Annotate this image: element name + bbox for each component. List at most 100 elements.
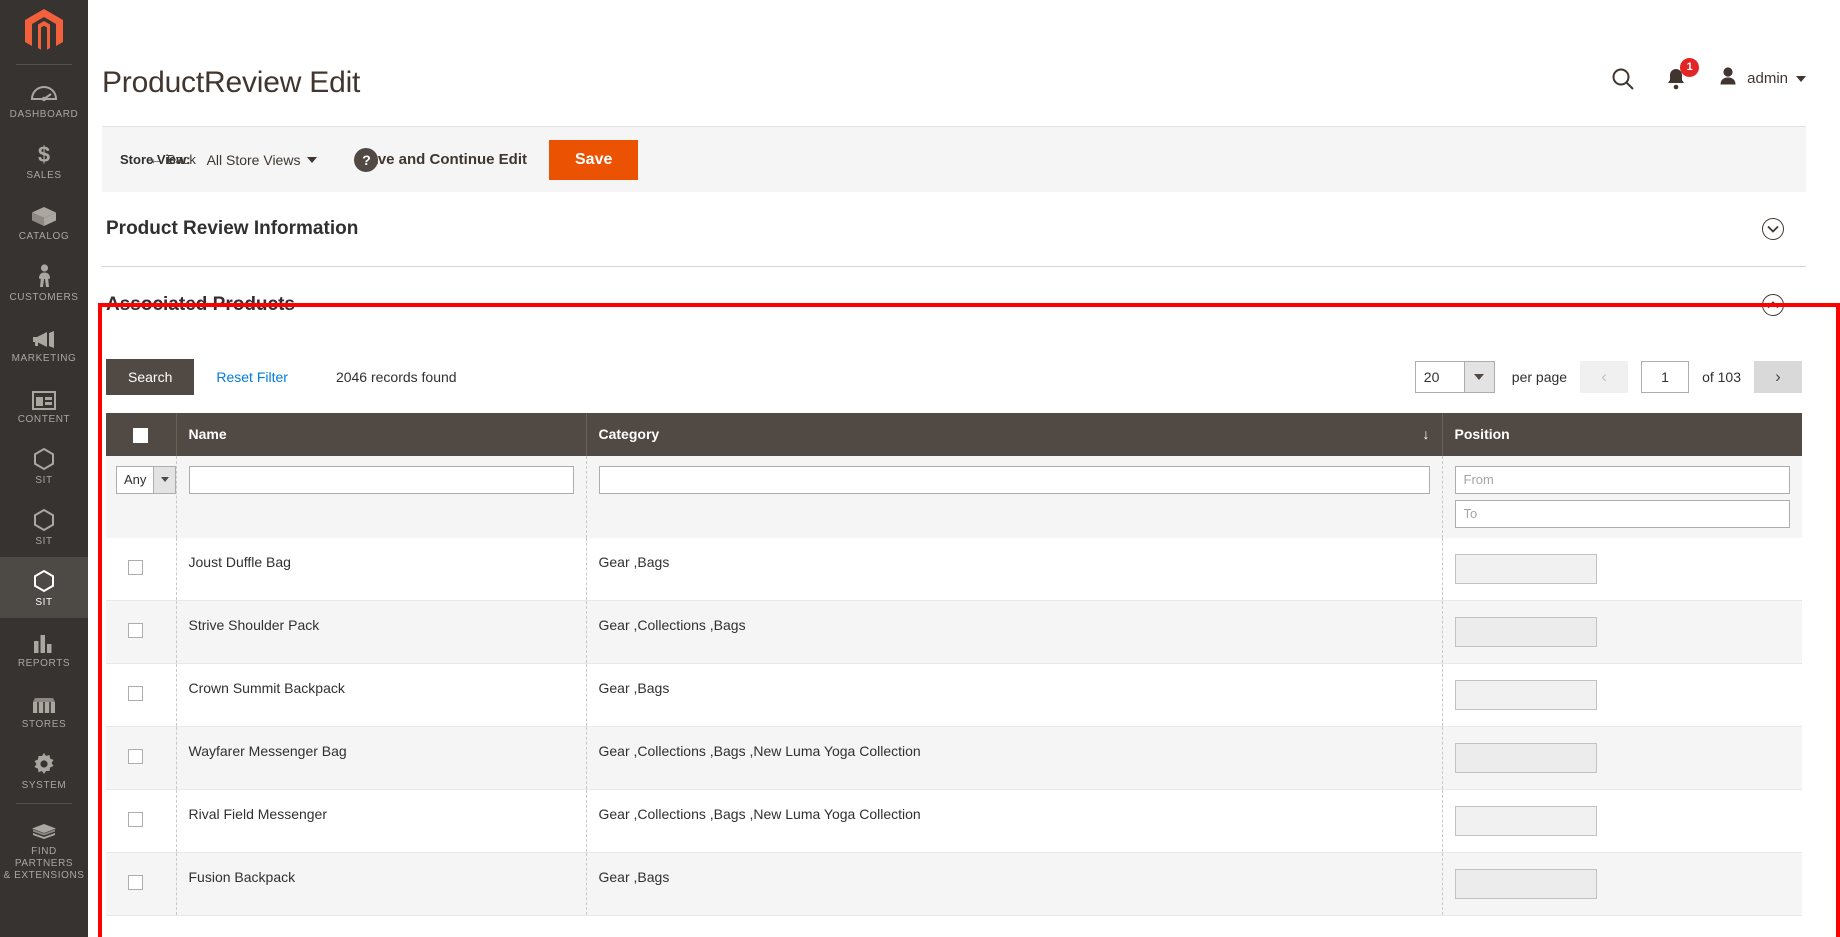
- cell-name: Strive Shoulder Pack: [176, 600, 587, 664]
- position-input[interactable]: [1454, 805, 1597, 836]
- table-row[interactable]: Fusion Backpack Gear ,Bags: [106, 852, 1802, 916]
- cell-position: [1442, 663, 1802, 727]
- position-input[interactable]: [1454, 679, 1597, 710]
- store-switcher: Store View: ← Back All Store Views: [120, 127, 318, 193]
- section-title: Product Review Information: [106, 218, 359, 239]
- per-page-select[interactable]: 20: [1414, 361, 1495, 393]
- sidebar-item-label: SIT: [35, 536, 53, 547]
- row-select-cell: [106, 726, 177, 790]
- sidebar-item-marketing[interactable]: MARKETING: [0, 313, 88, 374]
- sidebar-item-dashboard[interactable]: DASHBOARD: [0, 69, 88, 130]
- admin-label: admin: [1747, 70, 1788, 87]
- sidebar-item-label: REPORTS: [17, 658, 71, 669]
- save-and-continue-label: Save and Continue Edit: [359, 151, 527, 168]
- row-checkbox[interactable]: [128, 748, 143, 764]
- column-header-select-all[interactable]: [106, 413, 177, 456]
- main-content: ProductReview Edit 1 admin Store View: ←…: [88, 0, 1840, 937]
- cell-category: Gear ,Collections ,Bags: [586, 600, 1443, 664]
- sidebar-divider-bottom: [16, 803, 72, 804]
- column-header-category[interactable]: Category ↓: [586, 413, 1443, 456]
- bell-icon[interactable]: 1: [1665, 57, 1700, 91]
- table-row[interactable]: Joust Duffle Bag Gear ,Bags: [106, 537, 1802, 601]
- row-checkbox[interactable]: [128, 874, 143, 890]
- sidebar-item-label: CUSTOMERS: [9, 292, 79, 303]
- cell-position: [1442, 600, 1802, 664]
- cell-position: [1442, 726, 1802, 790]
- position-input[interactable]: [1454, 553, 1597, 584]
- sidebar-item-find-partners[interactable]: FIND PARTNERS & EXTENSIONS: [0, 808, 88, 889]
- save-button[interactable]: Save: [549, 139, 639, 180]
- sidebar-item-sit-1[interactable]: SIT: [0, 435, 88, 496]
- row-checkbox[interactable]: [128, 559, 143, 575]
- sidebar-item-label: DASHBOARD: [9, 109, 79, 120]
- filter-category-input[interactable]: [598, 465, 1430, 494]
- sidebar-item-stores[interactable]: STORES: [0, 679, 88, 740]
- sidebar-item-system[interactable]: SYSTEM: [0, 740, 88, 801]
- sidebar-item-customers[interactable]: CUSTOMERS: [0, 252, 88, 313]
- chevron-down-icon[interactable]: [1762, 218, 1784, 240]
- row-checkbox[interactable]: [128, 622, 143, 638]
- cell-name: Fusion Backpack: [176, 852, 587, 916]
- search-icon[interactable]: [1611, 67, 1635, 91]
- store-view-select[interactable]: All Store Views: [207, 152, 318, 168]
- help-icon[interactable]: ?: [354, 147, 379, 172]
- table-row[interactable]: Wayfarer Messenger Bag Gear ,Collections …: [106, 726, 1802, 790]
- filter-cell-name: [176, 455, 587, 538]
- row-select-cell: [106, 789, 177, 853]
- back-arrow-icon: ←: [148, 150, 164, 168]
- cell-category: Gear ,Bags: [586, 663, 1443, 727]
- select-all-checkbox[interactable]: [133, 427, 149, 443]
- sidebar-item-sales[interactable]: $ SALES: [0, 130, 88, 191]
- table-filter-row: Any: [106, 455, 1802, 538]
- table-head: Name Category ↓ Position Any From To: [106, 413, 1802, 538]
- page-title: ProductReview Edit: [102, 66, 361, 99]
- reset-filter-link[interactable]: Reset Filter: [216, 369, 288, 385]
- per-page-value: 20: [1423, 369, 1440, 385]
- filter-position-from-input[interactable]: [1454, 465, 1790, 494]
- previous-page-button[interactable]: ‹: [1580, 361, 1629, 393]
- per-page-label: per page: [1511, 369, 1568, 385]
- sidebar-item-content[interactable]: CONTENT: [0, 374, 88, 435]
- column-header-position[interactable]: Position: [1442, 413, 1802, 456]
- sidebar-item-label: SALES: [26, 170, 62, 181]
- table-body: Joust Duffle Bag Gear ,Bags Strive Shoulde…: [106, 537, 1802, 916]
- row-select-cell: [106, 663, 177, 727]
- position-input[interactable]: [1454, 742, 1597, 773]
- section-product-review-information[interactable]: Product Review Information: [102, 192, 1806, 267]
- sidebar-item-reports[interactable]: REPORTS: [0, 618, 88, 679]
- cell-position: [1442, 789, 1802, 853]
- person-icon: [36, 262, 53, 288]
- box-icon: [31, 201, 57, 227]
- admin-menu[interactable]: admin: [1717, 66, 1806, 91]
- search-button[interactable]: Search: [106, 359, 195, 395]
- table-row[interactable]: Rival Field Messenger Gear ,Collections ,…: [106, 789, 1802, 853]
- notification-badge: 1: [1680, 57, 1700, 77]
- table-row[interactable]: Crown Summit Backpack Gear ,Bags: [106, 663, 1802, 727]
- magento-logo-icon: [25, 9, 63, 50]
- table-row[interactable]: Strive Shoulder Pack Gear ,Collections ,B…: [106, 600, 1802, 664]
- next-page-button[interactable]: ›: [1754, 361, 1802, 393]
- associated-products-header[interactable]: Associated Products: [102, 267, 1806, 343]
- position-input[interactable]: [1454, 616, 1597, 647]
- sidebar-item-catalog[interactable]: CATALOG: [0, 191, 88, 252]
- column-header-label: Name: [188, 426, 227, 443]
- row-checkbox[interactable]: [128, 685, 143, 701]
- sidebar-item-sit-2[interactable]: SIT: [0, 496, 88, 557]
- filter-name-input[interactable]: [188, 465, 574, 494]
- back-button[interactable]: ← Back: [148, 150, 196, 168]
- chevron-up-icon[interactable]: [1762, 294, 1784, 316]
- back-button-label: Back: [167, 152, 196, 167]
- row-select-cell: [106, 537, 177, 601]
- bar-chart-icon: [32, 628, 56, 654]
- column-header-name[interactable]: Name: [176, 413, 587, 456]
- magento-logo[interactable]: [0, 0, 88, 62]
- row-checkbox[interactable]: [128, 811, 143, 827]
- current-page-input[interactable]: [1641, 361, 1690, 393]
- filter-position-to-input[interactable]: [1454, 499, 1790, 528]
- hexagon-icon: [32, 445, 56, 471]
- dollar-icon: $: [35, 140, 53, 166]
- sidebar-item-sit-3-active[interactable]: SIT: [0, 557, 88, 618]
- save-and-continue-button[interactable]: ? Save and Continue Edit: [354, 147, 527, 172]
- filter-any-select[interactable]: Any: [116, 465, 177, 494]
- position-input[interactable]: [1454, 868, 1597, 899]
